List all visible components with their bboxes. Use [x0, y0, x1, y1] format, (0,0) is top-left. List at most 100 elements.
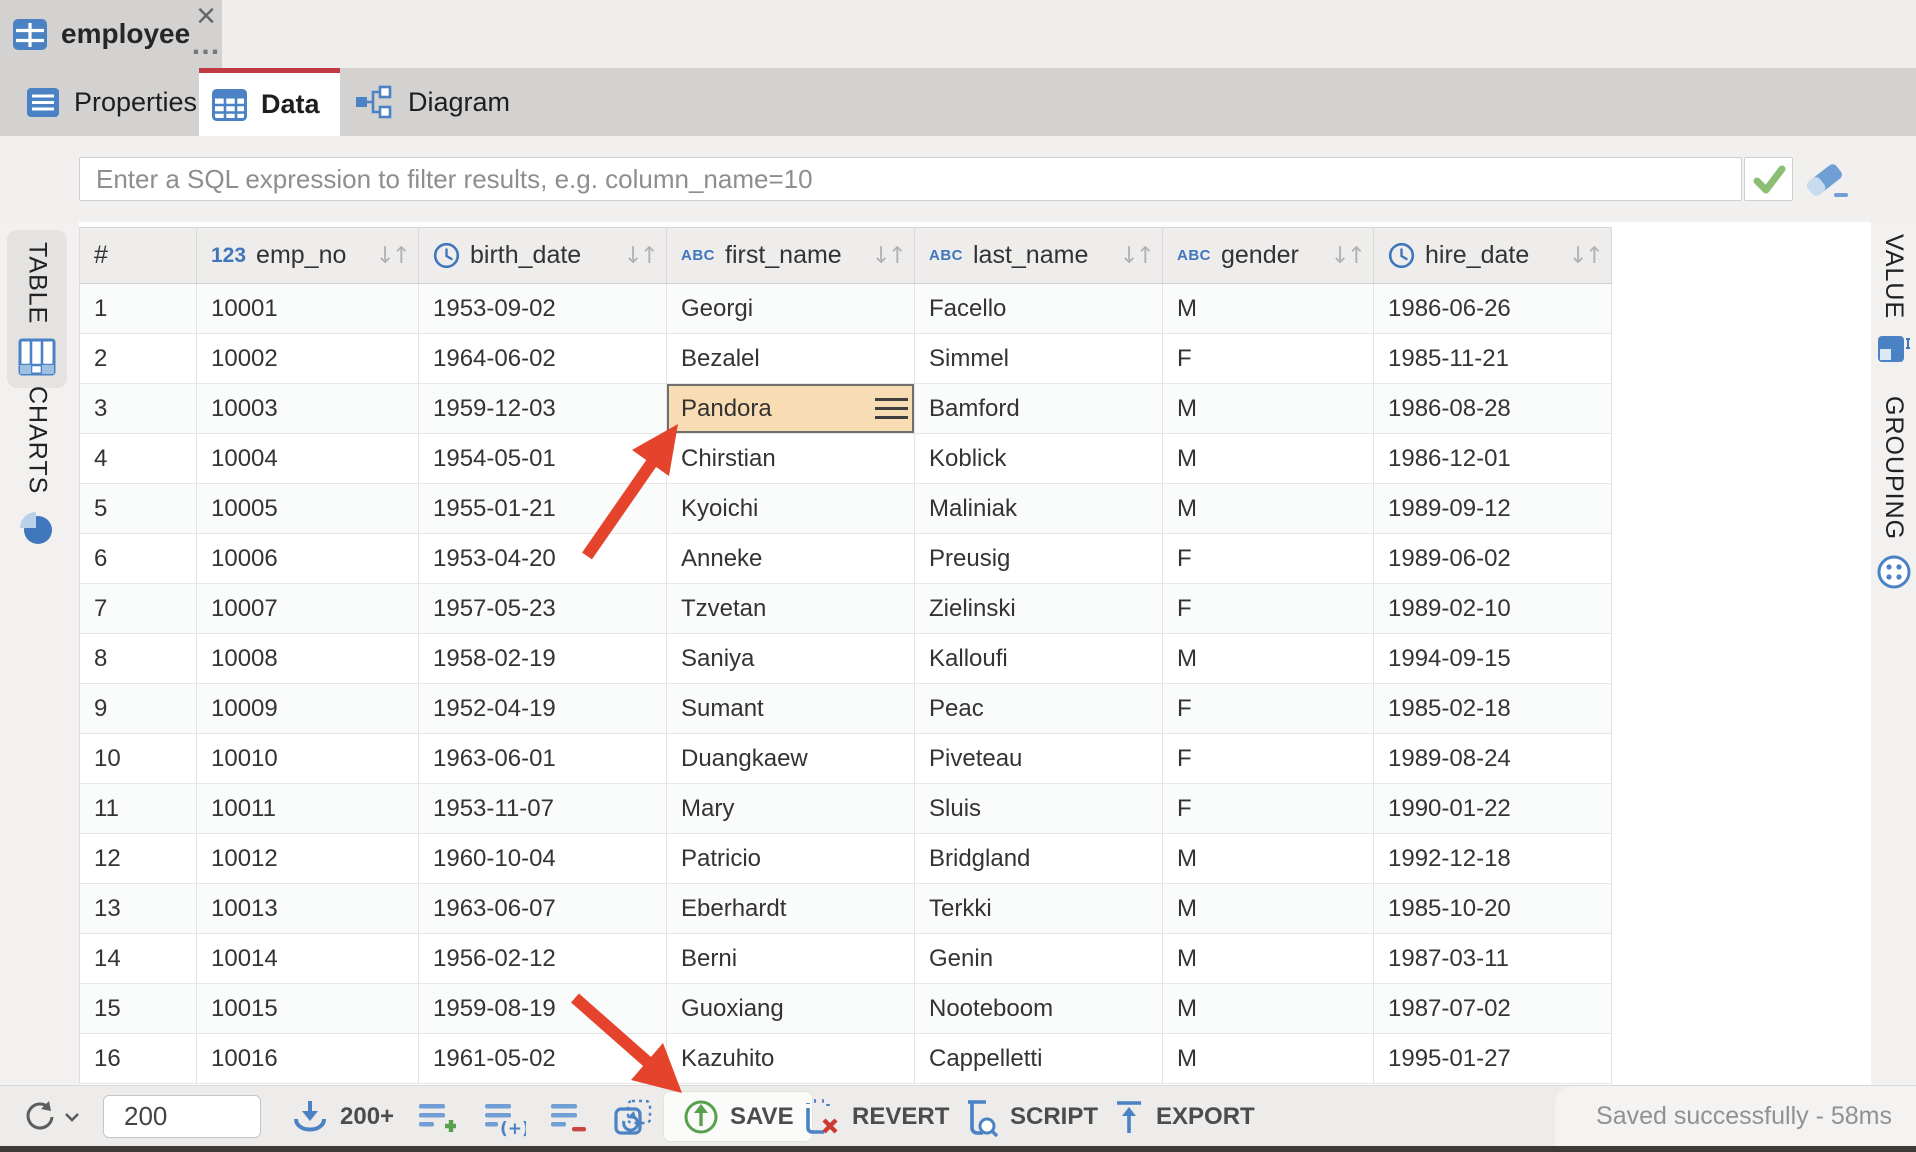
revert-button[interactable]: REVERT	[800, 1086, 949, 1147]
sort-toggle-icon[interactable]: ↓↑	[375, 243, 408, 269]
fetch-more-button[interactable]: 200+	[290, 1086, 394, 1147]
grid-cell[interactable]: 1961-05-02	[419, 1034, 667, 1084]
grid-cell[interactable]: 10002	[197, 334, 419, 384]
grid-cell[interactable]: F	[1163, 684, 1374, 734]
row-number-cell[interactable]: 1	[80, 284, 197, 334]
grid-cell[interactable]: Berni	[667, 934, 915, 984]
grid-cell[interactable]: 1986-12-01	[1374, 434, 1612, 484]
column-header-gender[interactable]: ABCgender↓↑	[1163, 228, 1374, 284]
script-button[interactable]: SCRIPT	[958, 1086, 1098, 1147]
grid-cell[interactable]: M	[1163, 934, 1374, 984]
grid-cell[interactable]: 10005	[197, 484, 419, 534]
duplicate-row-button[interactable]: (+)	[482, 1086, 526, 1147]
grid-cell[interactable]: 1953-09-02	[419, 284, 667, 334]
row-number-cell[interactable]: 9	[80, 684, 197, 734]
grid-cell[interactable]: Terkki	[915, 884, 1163, 934]
grid-cell[interactable]: 1955-01-21	[419, 484, 667, 534]
grid-cell[interactable]: Eberhardt	[667, 884, 915, 934]
grid-cell[interactable]: Sluis	[915, 784, 1163, 834]
column-header-last_name[interactable]: ABClast_name↓↑	[915, 228, 1163, 284]
grid-cell[interactable]: 10003	[197, 384, 419, 434]
grid-cell[interactable]: Peac	[915, 684, 1163, 734]
clear-filter-button[interactable]	[1800, 159, 1852, 203]
save-button[interactable]: SAVE	[664, 1092, 812, 1141]
grid-cell[interactable]: Preusig	[915, 534, 1163, 584]
grid-cell[interactable]: 10010	[197, 734, 419, 784]
grid-cell[interactable]: M	[1163, 434, 1374, 484]
column-header-birth_date[interactable]: birth_date↓↑	[419, 228, 667, 284]
grid-cell[interactable]: M	[1163, 984, 1374, 1034]
grid-cell[interactable]: Georgi	[667, 284, 915, 334]
grid-cell[interactable]: Bridgland	[915, 834, 1163, 884]
grid-cell[interactable]: Anneke	[667, 534, 915, 584]
tab-properties[interactable]: Properties	[0, 68, 199, 136]
delete-row-button[interactable]	[548, 1086, 588, 1147]
grid-cell[interactable]: Simmel	[915, 334, 1163, 384]
grid-cell[interactable]: 1960-10-04	[419, 834, 667, 884]
row-number-cell[interactable]: 5	[80, 484, 197, 534]
row-number-cell[interactable]: 14	[80, 934, 197, 984]
export-button[interactable]: EXPORT	[1112, 1086, 1255, 1147]
grid-cell[interactable]: 1990-01-22	[1374, 784, 1612, 834]
grid-cell[interactable]: F	[1163, 534, 1374, 584]
grid-cell[interactable]: 1986-08-28	[1374, 384, 1612, 434]
grid-cell[interactable]: Kyoichi	[667, 484, 915, 534]
selected-grid-cell[interactable]: Pandora	[667, 384, 915, 434]
refresh-button[interactable]	[22, 1086, 80, 1147]
grid-cell[interactable]: 1963-06-07	[419, 884, 667, 934]
grid-cell[interactable]: 1989-09-12	[1374, 484, 1612, 534]
row-number-cell[interactable]: 16	[80, 1034, 197, 1084]
sort-toggle-icon[interactable]: ↓↑	[1568, 243, 1601, 269]
grid-cell[interactable]: M	[1163, 384, 1374, 434]
grid-cell[interactable]: 10014	[197, 934, 419, 984]
grid-cell[interactable]: F	[1163, 734, 1374, 784]
generate-rows-button[interactable]	[612, 1086, 654, 1147]
grid-cell[interactable]: 1987-03-11	[1374, 934, 1612, 984]
grid-cell[interactable]: 10012	[197, 834, 419, 884]
grid-cell[interactable]: 1953-11-07	[419, 784, 667, 834]
grid-cell[interactable]: 1964-06-02	[419, 334, 667, 384]
row-number-cell[interactable]: 4	[80, 434, 197, 484]
grid-cell[interactable]: M	[1163, 1034, 1374, 1084]
grid-cell[interactable]: Kalloufi	[915, 634, 1163, 684]
grid-cell[interactable]: Bezalel	[667, 334, 915, 384]
grid-cell[interactable]: Bamford	[915, 384, 1163, 434]
grid-cell[interactable]: 1985-10-20	[1374, 884, 1612, 934]
apply-filter-button[interactable]	[1744, 157, 1793, 201]
cell-menu-icon[interactable]	[875, 398, 908, 419]
column-header-hire_date[interactable]: hire_date↓↑	[1374, 228, 1612, 284]
grid-cell[interactable]: 10008	[197, 634, 419, 684]
row-number-cell[interactable]: 3	[80, 384, 197, 434]
row-number-cell[interactable]: 10	[80, 734, 197, 784]
grid-cell[interactable]: M	[1163, 484, 1374, 534]
grid-cell[interactable]: Kazuhito	[667, 1034, 915, 1084]
grid-cell[interactable]: 10015	[197, 984, 419, 1034]
grid-cell[interactable]: F	[1163, 784, 1374, 834]
grid-cell[interactable]: Tzvetan	[667, 584, 915, 634]
grid-cell[interactable]: Zielinski	[915, 584, 1163, 634]
grid-cell[interactable]: Mary	[667, 784, 915, 834]
grid-cell[interactable]: 1952-04-19	[419, 684, 667, 734]
grid-cell[interactable]: 10006	[197, 534, 419, 584]
grid-cell[interactable]: 1958-02-19	[419, 634, 667, 684]
sort-toggle-icon[interactable]: ↓↑	[871, 243, 904, 269]
grid-cell[interactable]: 10016	[197, 1034, 419, 1084]
grid-cell[interactable]: 1995-01-27	[1374, 1034, 1612, 1084]
grid-cell[interactable]: Facello	[915, 284, 1163, 334]
grid-cell[interactable]: Chirstian	[667, 434, 915, 484]
grid-cell[interactable]: 1959-08-19	[419, 984, 667, 1034]
grid-cell[interactable]: 1954-05-01	[419, 434, 667, 484]
grid-cell[interactable]: 10007	[197, 584, 419, 634]
grid-cell[interactable]: Nooteboom	[915, 984, 1163, 1034]
row-number-cell[interactable]: 11	[80, 784, 197, 834]
grid-cell[interactable]: Koblick	[915, 434, 1163, 484]
grid-cell[interactable]: 1989-08-24	[1374, 734, 1612, 784]
grid-cell[interactable]: Duangkaew	[667, 734, 915, 784]
grid-cell[interactable]: 1985-02-18	[1374, 684, 1612, 734]
grid-cell[interactable]: 1989-02-10	[1374, 584, 1612, 634]
grid-cell[interactable]: 1985-11-21	[1374, 334, 1612, 384]
grid-cell[interactable]: M	[1163, 634, 1374, 684]
grid-cell[interactable]: 10011	[197, 784, 419, 834]
panel-charts[interactable]: CHARTS	[7, 382, 67, 546]
editor-tab-employee[interactable]: employee	[0, 0, 222, 68]
